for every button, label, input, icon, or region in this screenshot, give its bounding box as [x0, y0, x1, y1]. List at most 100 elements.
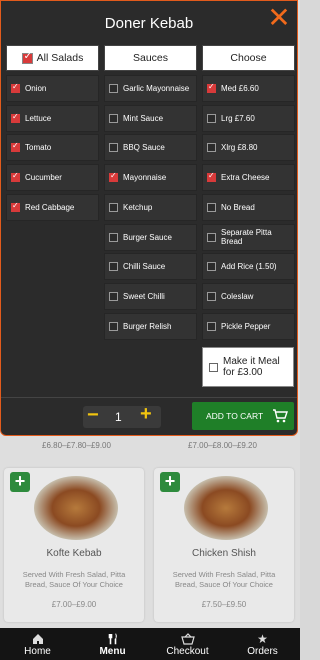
option-choose-8[interactable]: Pickle Pepper — [202, 312, 295, 340]
home-icon — [32, 633, 43, 644]
checkbox-icon[interactable] — [207, 321, 216, 331]
checkbox-icon[interactable] — [209, 362, 218, 372]
menu-card-kofte[interactable]: + Kofte Kebab Served With Fresh Salad, P… — [4, 468, 144, 622]
option-label: Mint Sauce — [123, 113, 164, 123]
checkbox-icon[interactable] — [11, 201, 20, 212]
option-label: Red Cabbage — [25, 202, 75, 212]
option-choose-1[interactable]: Lrg £7.60 — [202, 104, 295, 132]
header-sauces: Sauces — [104, 45, 197, 71]
option-label: Pickle Pepper — [221, 321, 271, 331]
close-icon[interactable]: ✕ — [267, 4, 291, 32]
checkbox-icon[interactable] — [109, 84, 118, 93]
option-label: Med £6.60 — [221, 84, 259, 93]
cutlery-icon — [108, 633, 117, 644]
option-salads-3[interactable]: Cucumber — [6, 164, 99, 192]
card-title: Kofte Kebab — [46, 548, 102, 559]
star-icon: ★ — [257, 631, 268, 646]
nav-label: Menu — [99, 645, 126, 657]
option-sauces-5[interactable]: Burger Sauce — [104, 223, 197, 251]
option-choose-3[interactable]: Extra Cheese — [202, 164, 295, 192]
checkbox-icon[interactable] — [11, 141, 20, 153]
option-sauces-1[interactable]: Mint Sauce — [104, 104, 197, 132]
option-label: Add Rice (1.50) — [221, 262, 277, 272]
option-label: Burger Sauce — [123, 232, 172, 242]
checkbox-icon[interactable] — [109, 202, 118, 212]
add-item-icon[interactable]: + — [10, 472, 30, 492]
plus-icon[interactable]: + — [140, 403, 152, 426]
add-to-cart-button[interactable]: ADD TO CART — [192, 402, 294, 430]
food-image — [34, 476, 118, 540]
nav-home[interactable]: Home — [0, 628, 75, 660]
option-choose-5[interactable]: Separate Pitta Bread — [202, 223, 295, 251]
option-label: Xlrg £8.80 — [221, 143, 258, 153]
option-choose-7[interactable]: Coleslaw — [202, 282, 295, 310]
option-salads-0[interactable]: Onion — [6, 75, 99, 102]
add-item-icon[interactable]: + — [160, 472, 180, 492]
option-sauces-0[interactable]: Garlic Mayonnaise — [104, 75, 197, 102]
option-label: Sweet Chilli — [123, 291, 165, 301]
checkbox-icon[interactable] — [109, 113, 118, 123]
header-all-salads[interactable]: All Salads — [6, 45, 99, 71]
option-salads-4[interactable]: Red Cabbage — [6, 193, 99, 221]
checkbox-icon[interactable] — [207, 291, 216, 301]
checkbox-icon[interactable] — [207, 232, 216, 242]
price-row: £6.80–£7.80–£9.00 £7.00–£8.00–£9.20 — [0, 437, 300, 457]
nav-checkout[interactable]: Checkout — [150, 628, 225, 660]
add-to-cart-label: ADD TO CART — [206, 411, 264, 421]
option-choose-6[interactable]: Add Rice (1.50) — [202, 253, 295, 281]
option-label: Tomato — [25, 143, 52, 153]
header-label: Choose — [230, 52, 267, 64]
option-choose-0[interactable]: Med £6.60 — [202, 75, 295, 102]
option-label: Extra Cheese — [221, 173, 270, 183]
option-label: Onion — [25, 84, 47, 93]
cart-icon — [273, 409, 288, 423]
card-description: Served With Fresh Salad, Pitta Bread, Sa… — [172, 570, 276, 589]
modal-footer: − 1 + ADD TO CART — [1, 397, 297, 435]
checkbox-icon[interactable] — [207, 82, 216, 93]
option-sauces-6[interactable]: Chilli Sauce — [104, 253, 197, 281]
card-price: £7.50–£9.50 — [201, 600, 247, 609]
option-choose-4[interactable]: No Bread — [202, 193, 295, 221]
option-sauces-7[interactable]: Sweet Chilli — [104, 282, 197, 310]
price-text-right: £7.00–£8.00–£9.20 — [188, 441, 257, 450]
minus-icon[interactable]: − — [87, 404, 99, 427]
option-sauces-3[interactable]: Mayonnaise — [104, 164, 197, 192]
checkbox-icon[interactable] — [11, 82, 20, 93]
nav-orders[interactable]: ★ Orders — [225, 628, 300, 660]
checkbox-icon[interactable] — [109, 262, 118, 272]
option-salads-2[interactable]: Tomato — [6, 134, 99, 162]
checkbox-icon[interactable] — [207, 113, 216, 123]
checkbox-icon[interactable] — [109, 171, 118, 183]
modal-title: Doner Kebab — [104, 15, 194, 32]
menu-card-chicken-shish[interactable]: + Chicken Shish Served With Fresh Salad,… — [154, 468, 294, 622]
option-sauces-4[interactable]: Ketchup — [104, 193, 197, 221]
header-label: Sauces — [132, 52, 169, 64]
option-label: Mayonnaise — [123, 173, 167, 183]
header-label: All Salads — [36, 52, 84, 64]
checkbox-icon[interactable] — [207, 143, 216, 153]
checkbox-icon[interactable] — [21, 51, 33, 64]
card-description: Served With Fresh Salad, Pitta Bread, Sa… — [22, 570, 126, 589]
option-label: Cucumber — [25, 173, 62, 183]
make-it-meal-option[interactable]: Make it Meal for £3.00 — [202, 347, 294, 387]
nav-menu[interactable]: Menu — [75, 628, 150, 660]
option-label: Burger Relish — [123, 321, 172, 331]
option-label: No Bread — [221, 202, 255, 212]
option-choose-2[interactable]: Xlrg £8.80 — [202, 134, 295, 162]
checkbox-icon[interactable] — [109, 291, 118, 301]
checkbox-icon[interactable] — [11, 171, 20, 183]
option-sauces-8[interactable]: Burger Relish — [104, 312, 197, 340]
checkbox-icon[interactable] — [109, 321, 118, 331]
checkbox-icon[interactable] — [11, 112, 20, 123]
checkbox-icon[interactable] — [207, 171, 216, 183]
checkbox-icon[interactable] — [207, 202, 216, 212]
checkbox-icon[interactable] — [109, 143, 118, 153]
option-label: Coleslaw — [221, 291, 254, 301]
checkbox-icon[interactable] — [109, 232, 118, 242]
nav-label: Home — [24, 645, 51, 657]
option-salads-1[interactable]: Lettuce — [6, 104, 99, 132]
option-label: Lettuce — [25, 113, 52, 123]
meal-label: Make it Meal for £3.00 — [223, 356, 280, 378]
checkbox-icon[interactable] — [207, 262, 216, 272]
option-sauces-2[interactable]: BBQ Sauce — [104, 134, 197, 162]
